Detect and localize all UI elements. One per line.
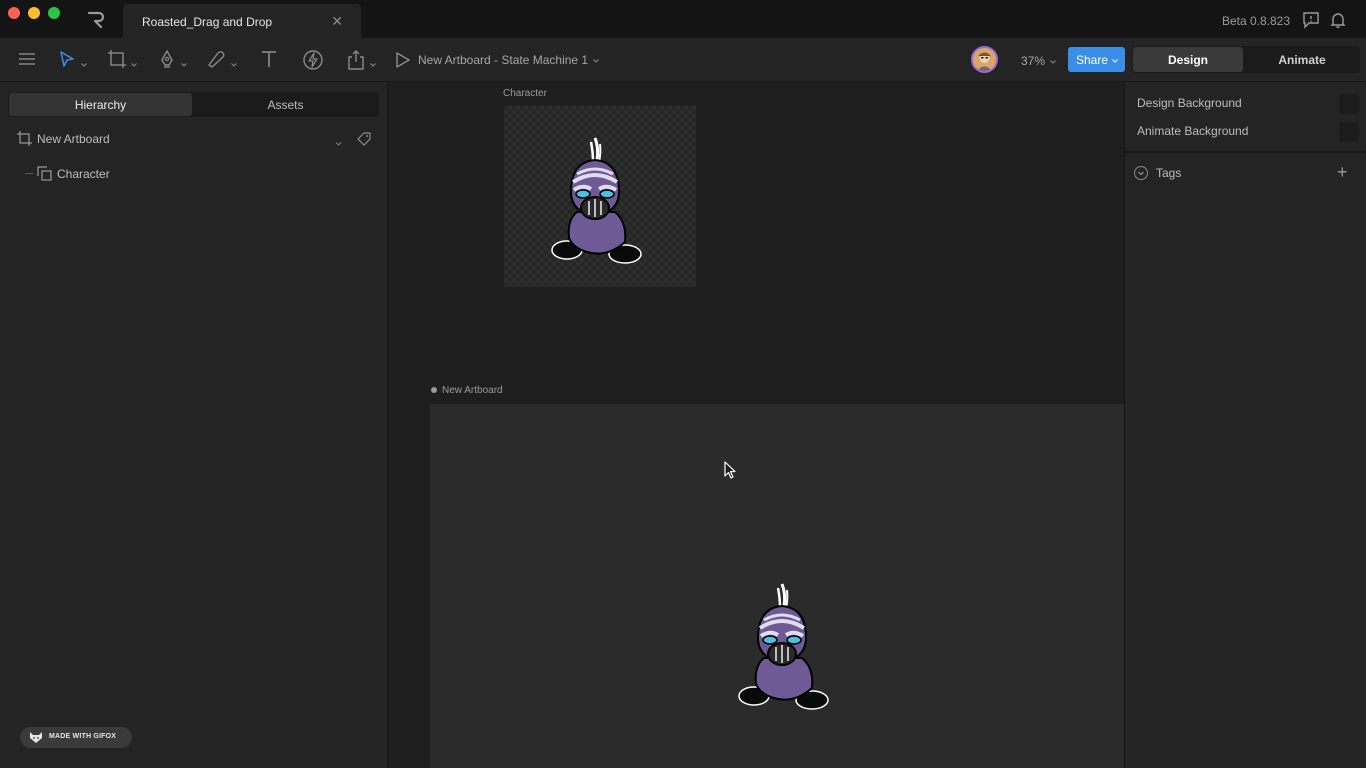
rive-logo-icon[interactable] (86, 10, 106, 30)
artboard-tool-icon[interactable] (107, 49, 127, 71)
tags-collapse-icon[interactable] (1134, 166, 1148, 180)
play-icon[interactable] (395, 51, 411, 72)
export-icon[interactable] (346, 49, 366, 71)
mode-switch: Design Animate (1132, 46, 1360, 73)
gifox-badge: MADE WITH GIFOX (20, 727, 132, 748)
gifox-label: MADE WITH GIFOX (49, 733, 117, 740)
character-artboard[interactable] (504, 106, 696, 287)
new-artboard[interactable] (430, 404, 1124, 768)
artboard-dot-icon (431, 387, 437, 393)
panel-tabs: Hierarchy Assets (8, 92, 379, 117)
artboard-icon (17, 131, 32, 149)
divider (1125, 151, 1366, 153)
file-tab[interactable]: Roasted_Drag and Drop ✕ (123, 4, 361, 38)
close-tab-icon[interactable]: ✕ (331, 13, 343, 30)
version-label: Beta 0.8.823 (1221, 14, 1290, 28)
chevron-down-icon[interactable] (370, 57, 376, 67)
design-background-label: Design Background (1137, 96, 1242, 110)
character-sprite[interactable] (734, 580, 830, 712)
avatar[interactable] (971, 46, 998, 73)
file-tab-title: Roasted_Drag and Drop (142, 15, 273, 29)
tab-assets[interactable]: Assets (194, 93, 377, 116)
zoom-window-button[interactable] (48, 7, 60, 19)
toolbar: New Artboard - State Machine 1 37% Share… (0, 38, 1366, 82)
select-tool-icon[interactable] (58, 49, 76, 71)
chevron-down-icon[interactable] (81, 57, 87, 67)
character-artboard-label: Character (503, 88, 547, 99)
tab-hierarchy[interactable]: Hierarchy (9, 93, 192, 116)
pen-tool-icon[interactable] (157, 49, 177, 71)
tree-connector (25, 173, 33, 174)
notifications-icon[interactable] (1329, 11, 1347, 29)
chevron-down-icon[interactable] (335, 136, 342, 150)
hierarchy-panel: Hierarchy Assets New Artboard Character … (0, 82, 388, 768)
state-machine-title: New Artboard - State Machine 1 (418, 53, 589, 67)
inspector-panel: Design Background Animate Background Tag… (1124, 82, 1366, 768)
hierarchy-item-label: Character (57, 167, 110, 181)
canvas[interactable]: Character New Artboard (389, 82, 1124, 768)
tags-label: Tags (1156, 166, 1182, 180)
chevron-down-icon[interactable] (231, 57, 237, 67)
share-label: Share (1076, 53, 1109, 67)
title-bar: Roasted_Drag and Drop ✕ Beta 0.8.823 (0, 0, 1366, 38)
hierarchy-item-new-artboard[interactable]: New Artboard (0, 127, 388, 151)
animate-background-label: Animate Background (1137, 124, 1249, 138)
fox-icon (29, 731, 43, 747)
add-tag-icon[interactable]: + (1337, 162, 1348, 183)
hierarchy-item-character[interactable]: Character (0, 162, 388, 186)
close-window-button[interactable] (8, 7, 20, 19)
bolt-icon[interactable] (302, 49, 324, 71)
animate-mode-button[interactable]: Animate (1246, 47, 1358, 72)
animate-background-swatch[interactable] (1339, 122, 1359, 142)
zoom-selector[interactable]: 37% (1021, 54, 1056, 68)
text-tool-icon[interactable] (259, 49, 279, 71)
new-artboard-label: New Artboard (442, 385, 503, 396)
mouse-cursor-icon (724, 461, 738, 484)
share-button[interactable]: Share (1068, 47, 1125, 72)
group-icon (37, 166, 52, 184)
minimize-window-button[interactable] (28, 7, 40, 19)
character-sprite[interactable] (547, 134, 643, 266)
menu-icon[interactable] (18, 51, 36, 73)
hierarchy-item-label: New Artboard (37, 132, 110, 146)
chevron-down-icon (1050, 54, 1056, 68)
tag-icon[interactable] (357, 132, 371, 149)
feedback-icon[interactable] (1302, 11, 1320, 29)
design-mode-button[interactable]: Design (1133, 47, 1243, 72)
zoom-level: 37% (1021, 54, 1046, 68)
design-background-swatch[interactable] (1339, 94, 1359, 114)
chevron-down-icon (1112, 53, 1118, 67)
state-machine-selector[interactable]: New Artboard - State Machine 1 (418, 53, 599, 67)
shape-tool-icon[interactable] (206, 49, 226, 71)
chevron-down-icon[interactable] (131, 57, 137, 67)
chevron-down-icon[interactable] (181, 57, 187, 67)
chevron-down-icon (593, 53, 599, 67)
